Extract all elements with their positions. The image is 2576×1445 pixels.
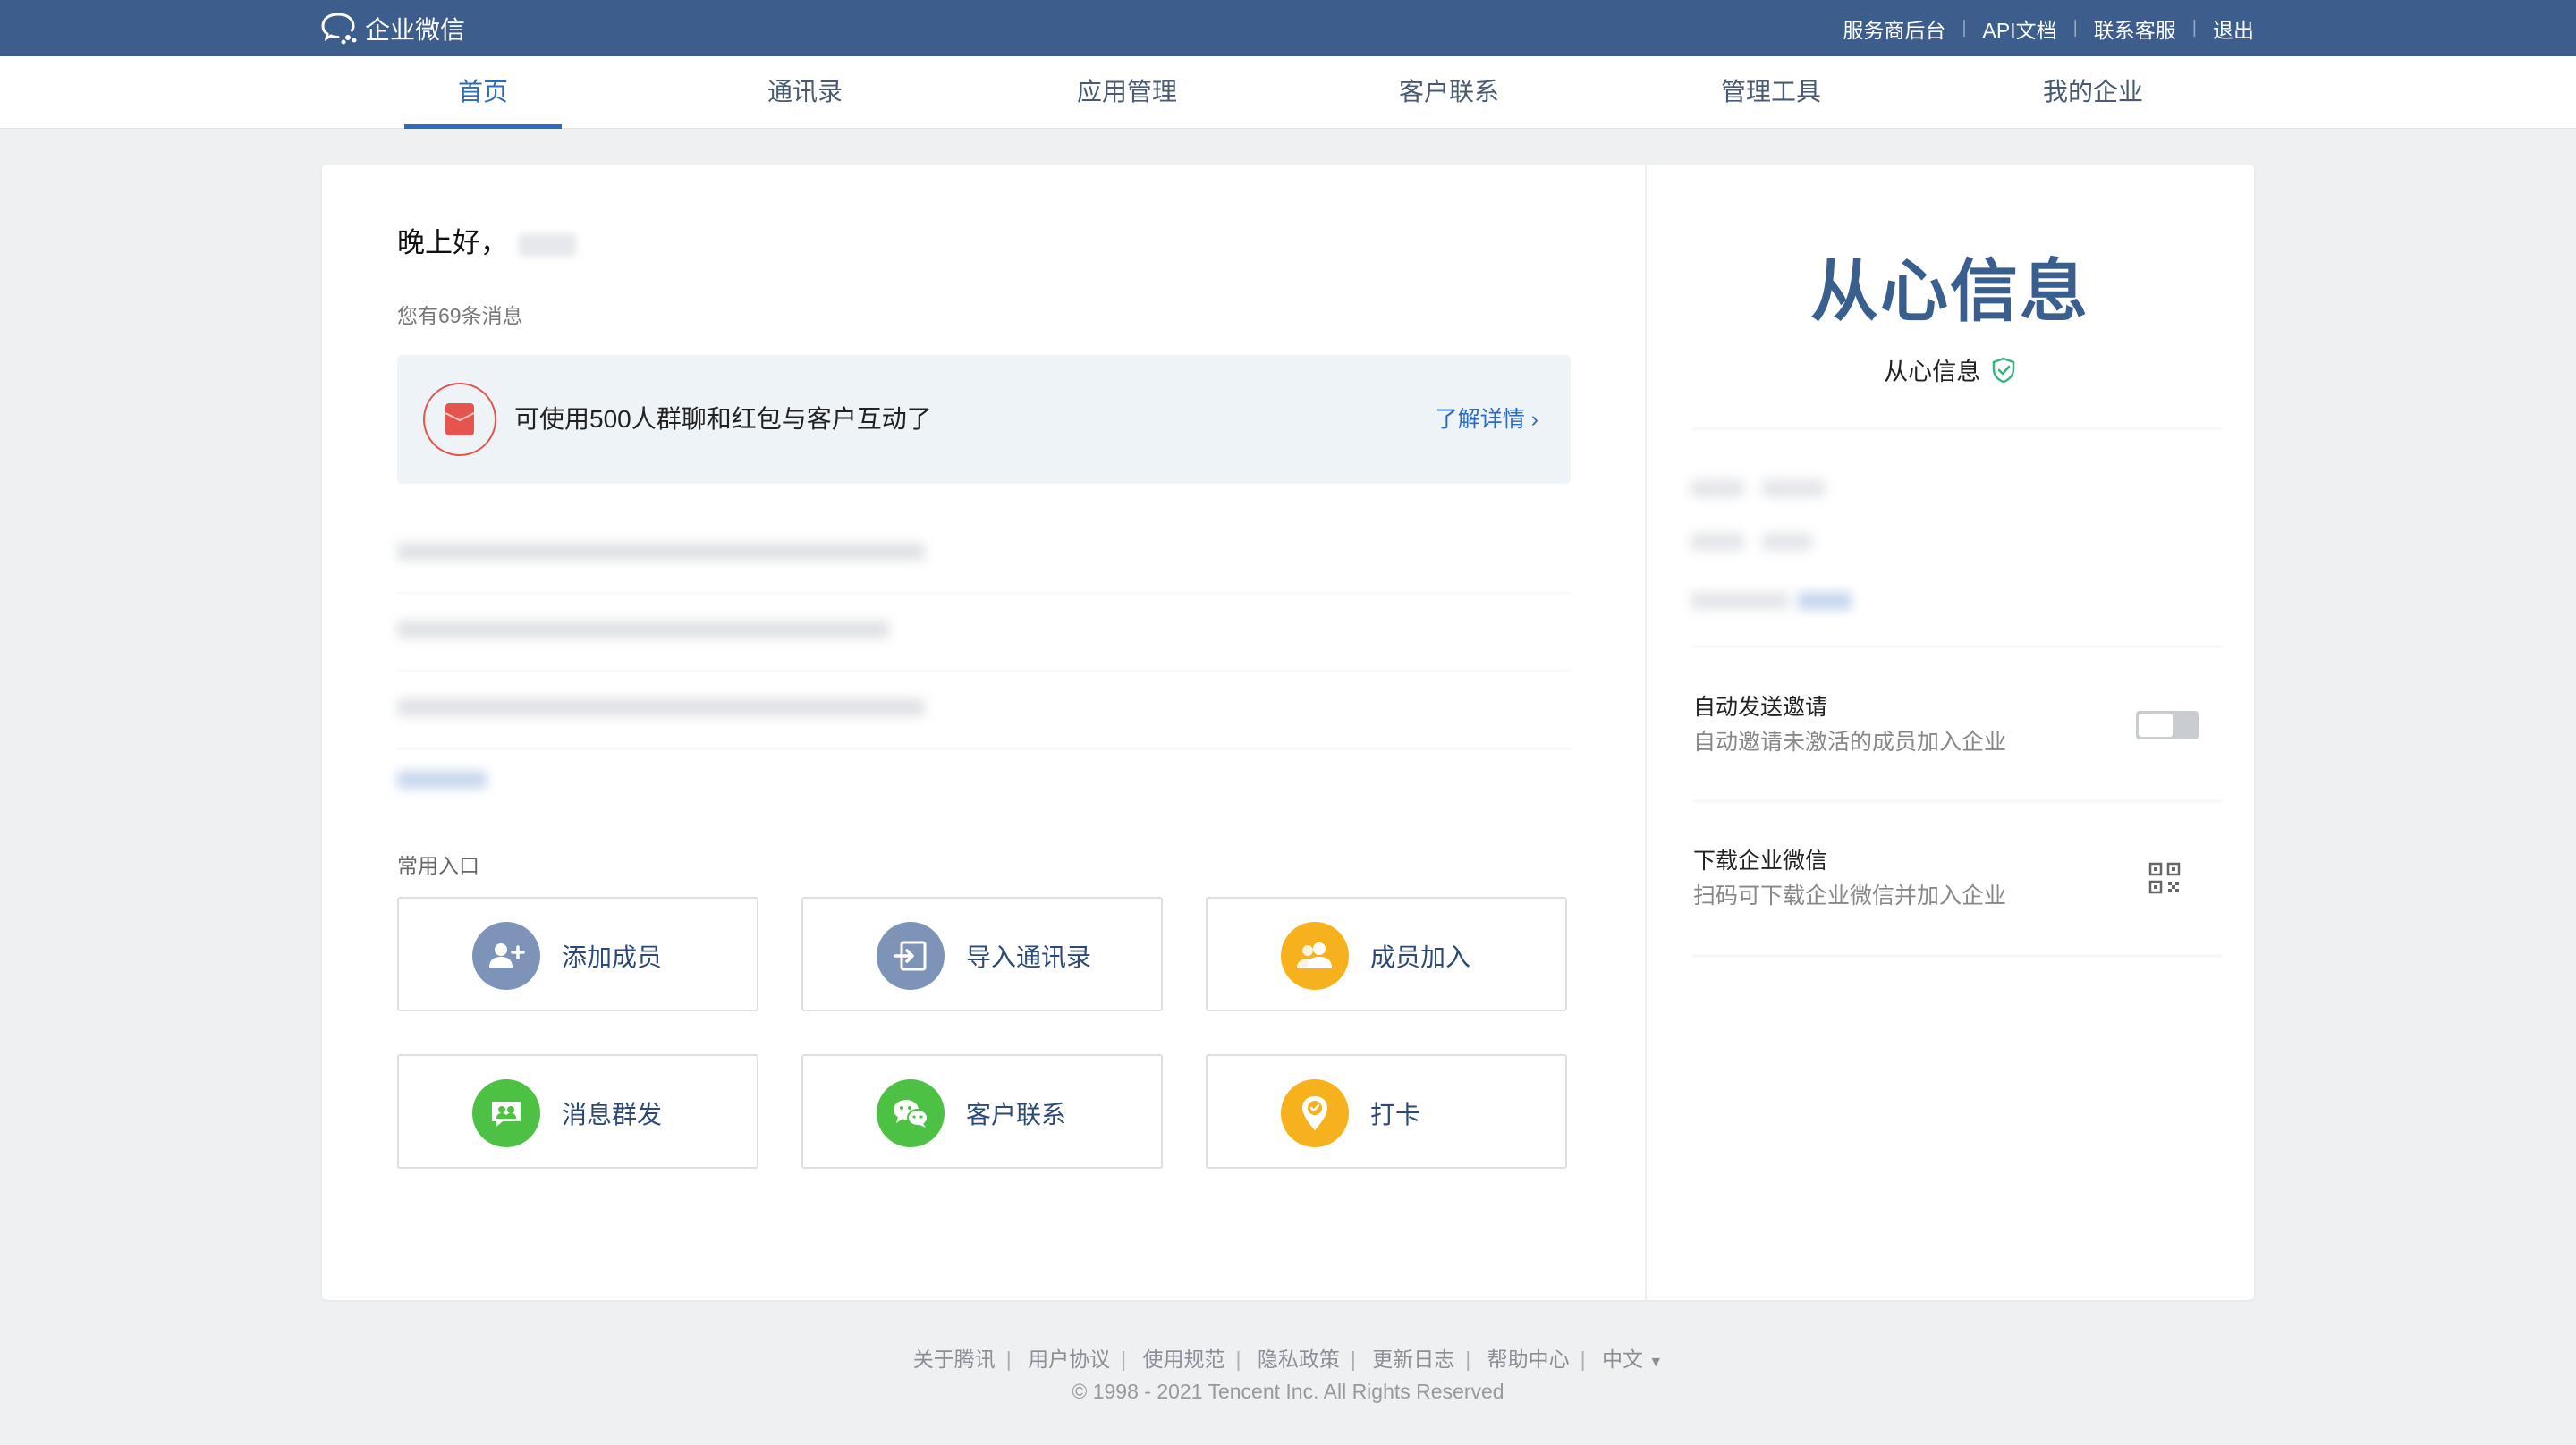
row-divider [1692,800,2222,802]
view-all-link-redacted[interactable] [397,771,487,789]
shortcut-label: 添加成员 [562,943,663,971]
separator: | [2191,18,2197,38]
shortcut-members-join[interactable]: 成员加入 [1206,897,1567,1011]
members-join-icon [1281,922,1349,990]
service-provider-link[interactable]: 服务商后台 [1843,13,1945,44]
row-divider [397,748,1571,749]
company-info-redacted [1762,479,1825,497]
column-divider [1645,165,1647,1300]
shortcut-import-contacts[interactable]: 导入通讯录 [801,897,1163,1011]
add-member-icon [472,922,540,990]
message-item-redacted[interactable] [397,543,925,561]
row-divider [397,592,1571,594]
company-logo[interactable]: 从心信息 [1646,236,2254,334]
language-label: 中文 [1602,1348,1643,1371]
separator: | [1962,18,1967,38]
shortcuts-title: 常用入口 [397,854,479,877]
footer-link-privacy[interactable]: 隐私政策 [1258,1348,1340,1371]
top-links: 服务商后台 | API文档 | 联系客服 | 退出 [1843,0,2254,56]
contact-support-link[interactable]: 联系客服 [2094,13,2176,44]
footer-link-changelog[interactable]: 更新日志 [1372,1348,1454,1371]
shortcut-label: 成员加入 [1370,943,1471,971]
message-count[interactable]: 您有69条消息 [397,299,523,329]
company-info-redacted [1690,479,1744,497]
auto-invite-desc: 自动邀请未激活的成员加入企业 [1693,730,2007,755]
message-item-redacted[interactable] [397,621,889,638]
shortcut-checkin[interactable]: 打卡 [1206,1054,1567,1169]
company-info-redacted [1690,592,1789,610]
wechat-icon [877,1079,945,1147]
shortcut-label: 导入通讯录 [966,943,1092,971]
message-item-redacted[interactable] [397,698,925,716]
separator: | [1350,1348,1356,1371]
api-docs-link[interactable]: API文档 [1983,13,2057,44]
shortcut-label: 消息群发 [562,1101,663,1128]
app-logo[interactable]: 企业微信 [320,11,465,46]
mass-message-icon [472,1079,540,1147]
shortcut-mass-message[interactable]: 消息群发 [397,1054,758,1169]
separator: | [1005,1348,1012,1371]
top-bar: 企业微信 服务商后台 | API文档 | 联系客服 | 退出 [0,0,2576,56]
auto-invite-title: 自动发送邀请 [1693,695,1828,720]
logo-text: 企业微信 [365,16,466,44]
qrcode-icon[interactable] [2148,862,2181,894]
row-divider [1692,646,2222,647]
copyright: © 1998 - 2021 Tencent Inc. All Rights Re… [1072,1380,1504,1403]
row-divider [397,670,1571,672]
separator: | [1121,1348,1127,1371]
import-contacts-icon [877,922,945,990]
promo-banner[interactable]: 可使用500人群聊和红包与客户互动了 了解详情 › [397,355,1571,484]
separator: | [1235,1348,1241,1371]
shortcut-label: 客户联系 [966,1101,1067,1128]
row-divider [1692,955,2222,957]
checkin-icon [1281,1079,1349,1147]
footer-links: 关于腾讯 | 用户协议 | 使用规范 | 隐私政策 | 更新日志 | 帮助中心 | 中文 ▼ [0,1342,2576,1373]
company-name: 从心信息 [1884,359,1981,385]
download-desc: 扫码可下载企业微信并加入企业 [1693,883,2007,908]
separator: | [1580,1348,1586,1371]
caret-down-icon: ▼ [1648,1355,1664,1370]
verified-shield-icon [1992,357,2014,383]
company-name-row: 从心信息 [1646,352,2254,387]
row-divider [1692,427,2222,429]
greeting-text: 晚上好， [397,227,508,258]
shortcut-add-member[interactable]: 添加成员 [397,897,758,1011]
tab-management-tools[interactable]: 管理工具 [1692,56,1850,129]
separator: | [1465,1348,1471,1371]
footer-link-usage-rules[interactable]: 使用规范 [1143,1348,1225,1371]
home-card: 晚上好， 您有69条消息 可使用500人群聊和红包与客户互动了 了解详情 › 常… [322,165,2254,1300]
tab-contacts[interactable]: 通讯录 [726,56,884,129]
separator: | [2072,18,2078,38]
redacted-username [519,232,576,257]
shortcut-customer-contact[interactable]: 客户联系 [801,1054,1163,1169]
footer-link-user-agreement[interactable]: 用户协议 [1028,1348,1110,1371]
learn-more-link[interactable]: 了解详情 › [1436,401,1538,434]
promo-text: 可使用500人群聊和红包与客户互动了 [514,405,932,433]
tab-customer-contact[interactable]: 客户联系 [1370,56,1528,129]
footer-link-about[interactable]: 关于腾讯 [913,1348,996,1371]
download-title: 下载企业微信 [1693,849,1828,874]
tab-app-management[interactable]: 应用管理 [1048,56,1206,129]
footer-link-help[interactable]: 帮助中心 [1487,1348,1570,1371]
logout-link[interactable]: 退出 [2213,13,2254,44]
company-info-redacted [1690,533,1744,551]
auto-invite-toggle[interactable] [2136,711,2199,739]
language-select[interactable]: 中文 ▼ [1602,1348,1663,1371]
tab-my-company[interactable]: 我的企业 [2014,56,2172,129]
main-nav: 首页 通讯录 应用管理 客户联系 管理工具 我的企业 [0,56,2576,129]
greeting: 晚上好， [397,220,576,260]
wecom-logo-icon [321,13,357,45]
company-info-redacted [1762,533,1812,551]
shortcut-label: 打卡 [1370,1101,1421,1128]
tab-home[interactable]: 首页 [404,56,562,129]
company-info-link-redacted[interactable] [1798,592,1852,610]
red-packet-icon [423,383,496,456]
toggle-knob [2139,714,2173,737]
